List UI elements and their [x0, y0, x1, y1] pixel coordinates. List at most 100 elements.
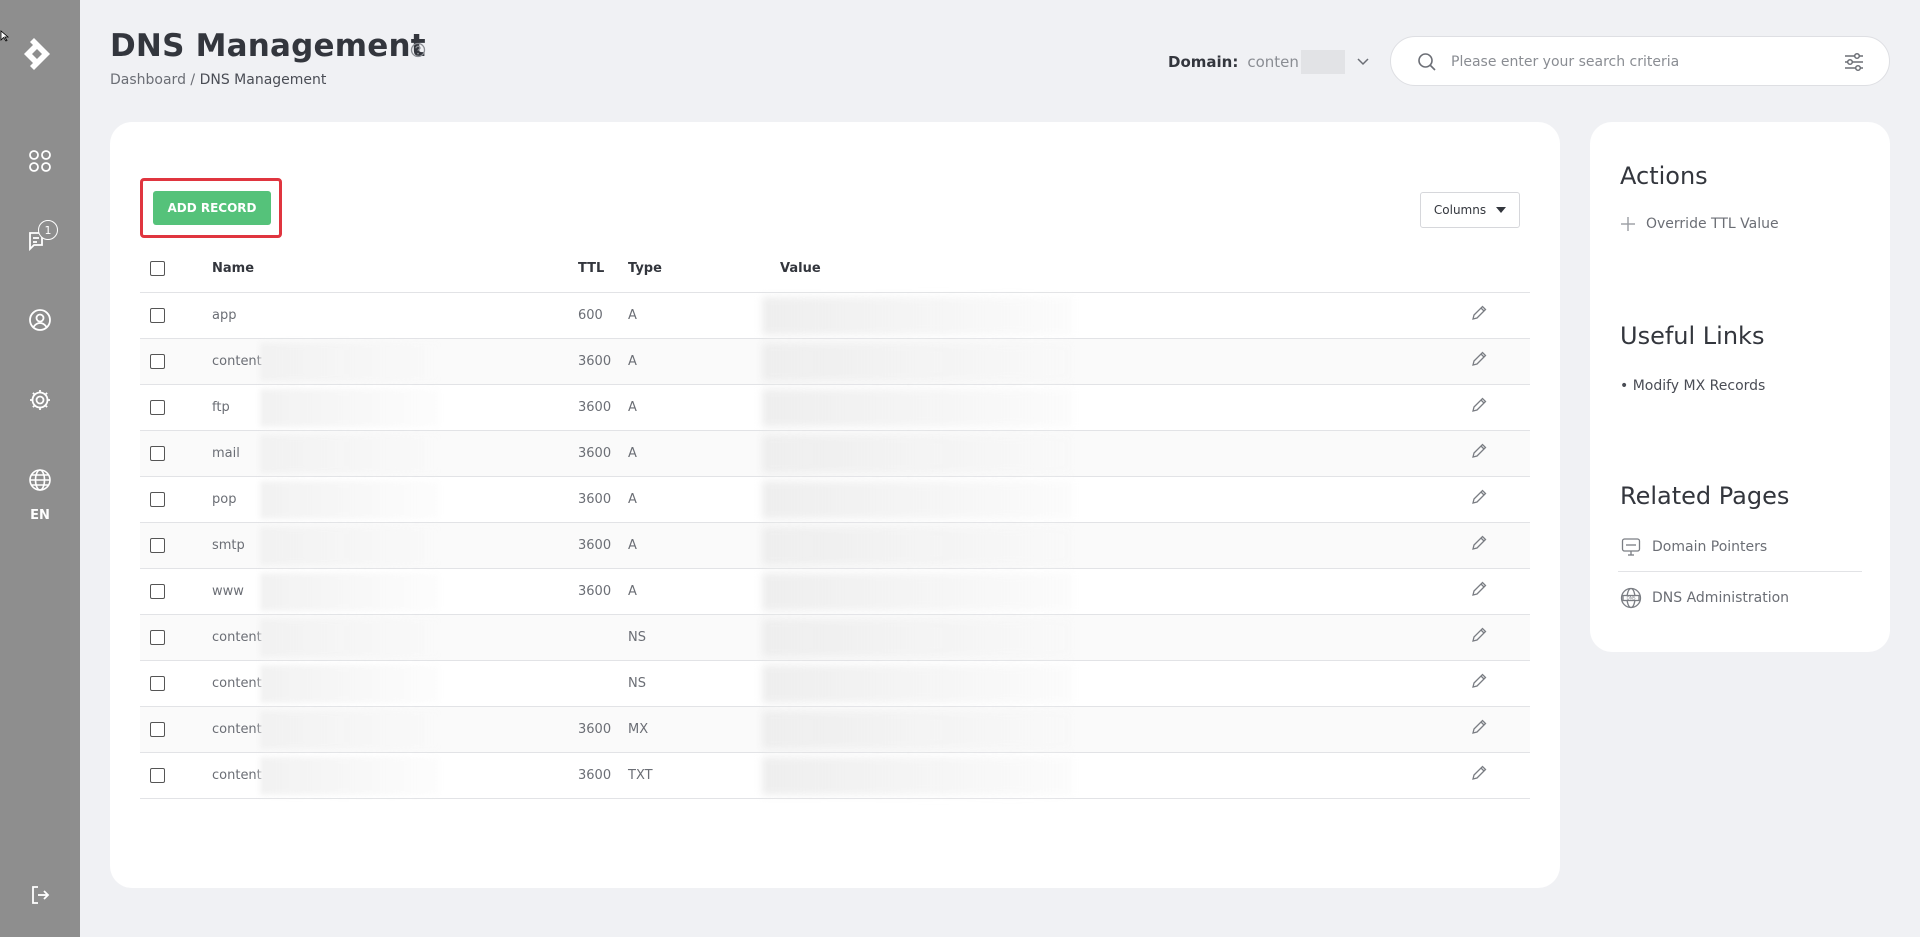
- name-redacted: [260, 572, 440, 611]
- select-all-checkbox[interactable]: [150, 261, 165, 277]
- add-record-highlight: ADD RECORD: [140, 178, 282, 238]
- record-type: A: [628, 476, 780, 523]
- column-header-value[interactable]: Value: [780, 246, 1470, 293]
- pencil-icon[interactable]: [1470, 442, 1488, 460]
- row-checkbox[interactable]: [150, 445, 165, 461]
- column-header-type[interactable]: Type: [628, 246, 780, 293]
- row-checkbox[interactable]: [150, 675, 165, 691]
- pencil-icon[interactable]: [1470, 350, 1488, 368]
- pencil-icon[interactable]: [1470, 580, 1488, 598]
- sidebar-item-dashboard[interactable]: [20, 141, 60, 181]
- columns-dropdown[interactable]: Columns: [1420, 192, 1520, 228]
- sidebar-item-messages[interactable]: 1: [20, 220, 60, 260]
- record-ttl: 3600: [578, 568, 628, 615]
- column-header-ttl[interactable]: TTL: [578, 246, 628, 293]
- row-checkbox[interactable]: [150, 491, 165, 507]
- pencil-icon[interactable]: [1470, 396, 1488, 414]
- sidebar-item-logout[interactable]: [20, 875, 60, 915]
- divider: [1618, 571, 1862, 572]
- record-name: content: [212, 353, 262, 369]
- breadcrumb-dashboard[interactable]: Dashboard: [110, 72, 186, 88]
- record-type: A: [628, 384, 780, 431]
- dns-globe-icon: DNS: [1620, 587, 1642, 609]
- search-bar: [1390, 36, 1890, 86]
- grid-circles-icon: [29, 150, 51, 172]
- value-redacted: [762, 480, 1072, 519]
- record-value: [762, 660, 1470, 707]
- pencil-icon[interactable]: [1470, 672, 1488, 690]
- filter-sliders-icon[interactable]: [1843, 51, 1865, 73]
- globe-icon: [29, 469, 51, 491]
- columns-label: Columns: [1433, 203, 1487, 217]
- record-ttl: [578, 660, 628, 707]
- pencil-icon[interactable]: [1470, 488, 1488, 506]
- table-row: ftp 3600 A: [140, 384, 1530, 431]
- record-ttl: 3600: [578, 430, 628, 477]
- row-checkbox[interactable]: [150, 583, 165, 599]
- record-ttl: 3600: [578, 752, 628, 799]
- record-type: NS: [628, 614, 780, 661]
- chevron-down-icon: [1357, 58, 1369, 66]
- pencil-icon[interactable]: [1470, 304, 1488, 322]
- logo-chevron-icon: [24, 38, 50, 70]
- record-ttl: 3600: [578, 338, 628, 385]
- caret-down-icon: [1496, 207, 1507, 213]
- dns-records-table: Name TTL Type Value app 600 A content 36…: [140, 246, 1530, 799]
- sidebar-item-settings[interactable]: [20, 380, 60, 420]
- record-type: A: [628, 522, 780, 569]
- name-redacted: [260, 388, 440, 427]
- value-redacted: [762, 710, 1072, 749]
- pencil-icon[interactable]: [1470, 718, 1488, 736]
- column-header-name[interactable]: Name: [212, 246, 578, 293]
- gear-icon: [30, 390, 50, 410]
- table-row: content NS: [140, 614, 1530, 661]
- pencil-icon[interactable]: [1470, 626, 1488, 644]
- record-ttl: [578, 614, 628, 661]
- language-label[interactable]: EN: [0, 508, 80, 523]
- value-redacted: [762, 664, 1072, 703]
- add-record-button[interactable]: ADD RECORD: [153, 191, 271, 225]
- table-row: content NS: [140, 660, 1530, 707]
- value-redacted: [762, 434, 1072, 473]
- search-input[interactable]: [1451, 49, 1831, 75]
- row-checkbox[interactable]: [150, 721, 165, 737]
- pencil-icon[interactable]: [1470, 534, 1488, 552]
- record-name: content: [212, 675, 262, 691]
- row-checkbox[interactable]: [150, 537, 165, 553]
- table-row: app 600 A: [140, 292, 1530, 339]
- table-row: mail 3600 A: [140, 430, 1530, 477]
- record-value: [762, 568, 1470, 615]
- table-row: content 3600 A: [140, 338, 1530, 385]
- domain-value: conten: [1247, 53, 1299, 71]
- table-row: content 3600 MX: [140, 706, 1530, 753]
- record-value: [762, 292, 1470, 339]
- sidebar-item-account[interactable]: [20, 300, 60, 340]
- help-icon[interactable]: [410, 42, 426, 58]
- name-redacted: [260, 526, 440, 565]
- value-redacted: [762, 572, 1072, 611]
- dns-administration-link[interactable]: DNS DNS Administration: [1620, 587, 1789, 609]
- row-checkbox[interactable]: [150, 307, 165, 323]
- value-redacted: [762, 342, 1072, 381]
- domain-label: Domain:: [1168, 53, 1239, 71]
- record-value: [762, 614, 1470, 661]
- record-type: A: [628, 292, 780, 339]
- pencil-icon[interactable]: [1470, 764, 1488, 782]
- domain-redacted: [1300, 50, 1345, 74]
- record-type: A: [628, 568, 780, 615]
- table-header-row: Name TTL Type Value: [140, 246, 1530, 293]
- row-checkbox[interactable]: [150, 399, 165, 415]
- modify-mx-records-link[interactable]: • Modify MX Records: [1620, 378, 1765, 394]
- row-checkbox[interactable]: [150, 629, 165, 645]
- override-ttl-action[interactable]: Override TTL Value: [1620, 216, 1779, 232]
- logout-icon: [32, 886, 50, 904]
- row-checkbox[interactable]: [150, 767, 165, 783]
- page-title: DNS Management: [110, 28, 426, 64]
- sidebar-item-language[interactable]: [20, 460, 60, 500]
- domain-selector[interactable]: Domain: conten: [1168, 50, 1369, 74]
- row-checkbox[interactable]: [150, 353, 165, 369]
- domain-pointers-link[interactable]: Domain Pointers: [1620, 536, 1767, 558]
- app-logo[interactable]: [20, 32, 60, 76]
- record-type: A: [628, 430, 780, 477]
- record-type: TXT: [628, 752, 780, 799]
